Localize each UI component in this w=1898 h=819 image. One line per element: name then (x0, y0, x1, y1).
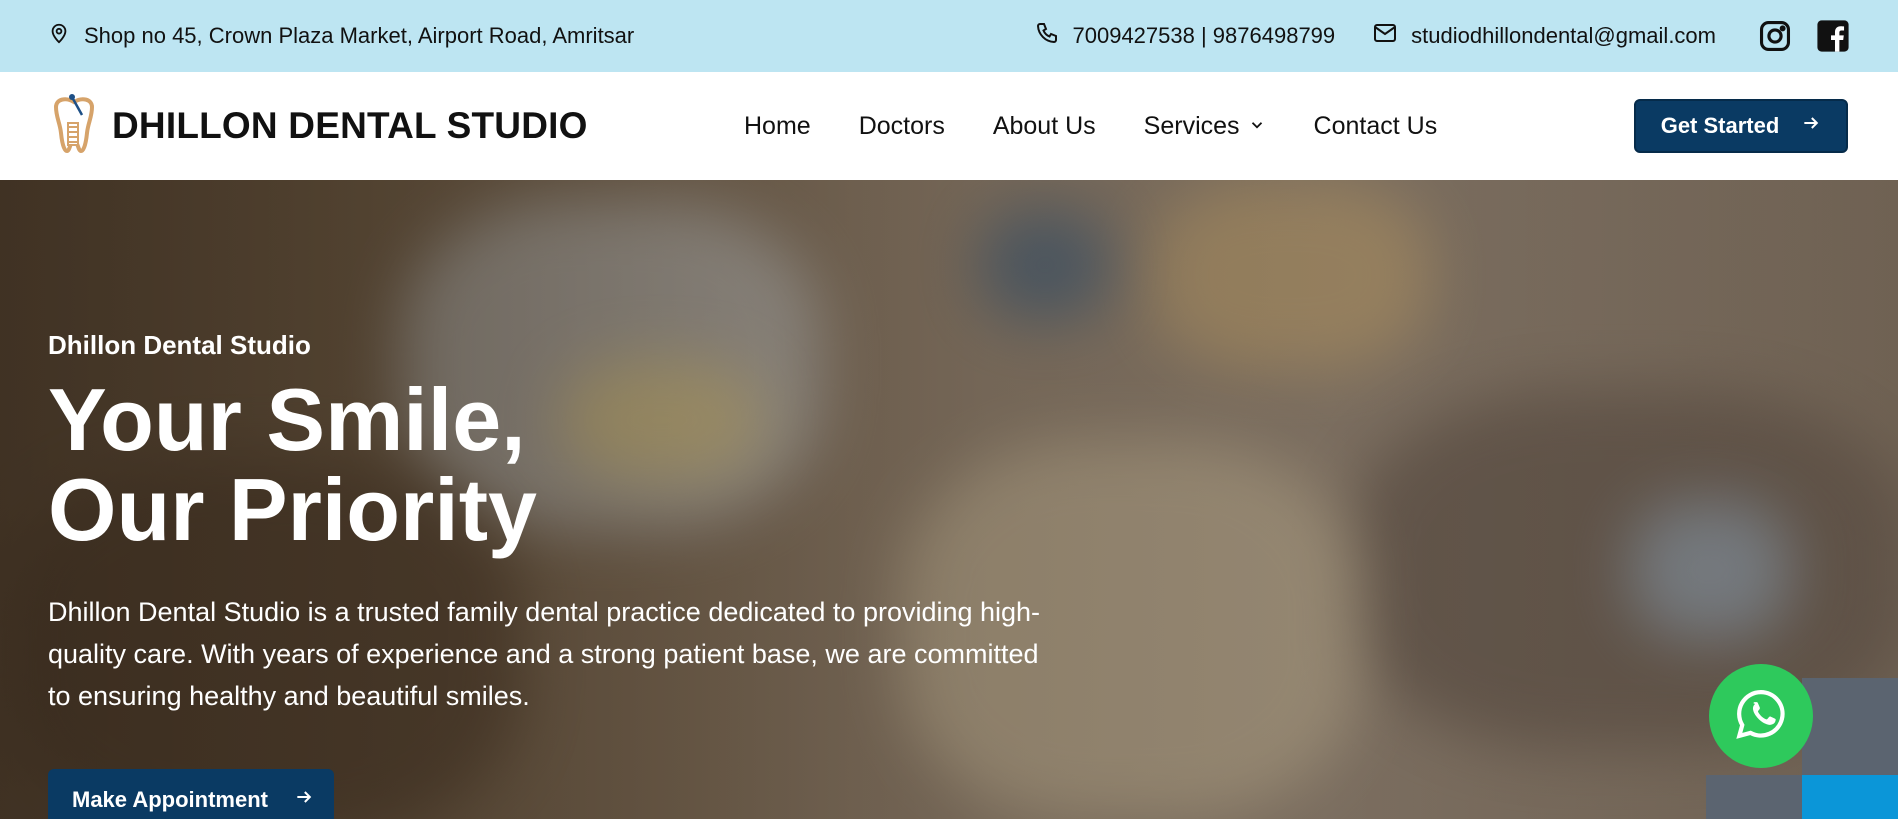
nav-item-about-us[interactable]: About Us (993, 112, 1096, 141)
phone-icon (1035, 21, 1059, 51)
hero-eyebrow: Dhillon Dental Studio (48, 330, 311, 360)
top-info-bar: Shop no 45, Crown Plaza Market, Airport … (0, 0, 1898, 72)
facebook-icon[interactable] (1816, 19, 1850, 53)
email-address[interactable]: studiodhillondental@gmail.com (1411, 23, 1716, 49)
nav-label[interactable]: Services (1144, 112, 1240, 141)
make-appointment-label[interactable]: Make Appointment (72, 787, 268, 813)
nav-item-doctors[interactable]: Doctors (859, 112, 945, 141)
mail-icon (1373, 23, 1397, 49)
brand-logo-link[interactable]: DHILLON DENTAL STUDIO (48, 93, 588, 160)
phone-block[interactable]: 7009427538 | 9876498799 (1035, 21, 1336, 51)
address-block: Shop no 45, Crown Plaza Market, Airport … (48, 21, 634, 51)
brand-name[interactable]: DHILLON DENTAL STUDIO (112, 105, 588, 147)
hero-headline-line1: Your Smile, (48, 370, 526, 469)
whatsapp-icon (1733, 686, 1789, 747)
nav-item-home[interactable]: Home (744, 112, 811, 141)
make-appointment-button[interactable]: Make Appointment (48, 769, 334, 819)
email-block[interactable]: studiodhillondental@gmail.com (1373, 23, 1716, 49)
corner-decoration (1706, 775, 1802, 819)
hero-description: Dhillon Dental Studio is a trusted famil… (48, 597, 1041, 711)
social-links (1758, 19, 1850, 53)
arrow-right-icon (294, 787, 314, 813)
instagram-icon[interactable] (1758, 19, 1792, 53)
phone-numbers[interactable]: 7009427538 | 9876498799 (1073, 23, 1336, 49)
nav-item-contact-us[interactable]: Contact Us (1314, 112, 1438, 141)
nav-label[interactable]: About Us (993, 112, 1096, 141)
main-navbar: DHILLON DENTAL STUDIO Home Doctors About… (0, 72, 1898, 180)
location-pin-icon (48, 21, 70, 51)
hero-content: Dhillon Dental Studio Your Smile, Our Pr… (48, 330, 1058, 717)
whatsapp-chat-button[interactable] (1709, 664, 1813, 768)
nav-label[interactable]: Contact Us (1314, 112, 1438, 141)
nav-label[interactable]: Home (744, 112, 811, 141)
nav-label[interactable]: Doctors (859, 112, 945, 141)
corner-decoration (1802, 775, 1898, 819)
tooth-logo-icon (48, 93, 100, 160)
corner-decoration (1802, 678, 1898, 775)
hero-headline-line2: Our Priority (48, 460, 537, 559)
nav-menu: Home Doctors About Us Services Contact U… (744, 72, 1437, 180)
chevron-down-icon[interactable] (1248, 112, 1266, 141)
hero-section: Dhillon Dental Studio Your Smile, Our Pr… (0, 180, 1898, 819)
hero-headline: Your Smile, Our Priority (48, 375, 1058, 555)
address-text: Shop no 45, Crown Plaza Market, Airport … (84, 23, 635, 48)
get-started-button[interactable]: Get Started (1634, 99, 1848, 153)
nav-item-services[interactable]: Services (1144, 112, 1266, 141)
arrow-right-icon (1801, 113, 1821, 139)
get-started-label[interactable]: Get Started (1661, 113, 1780, 139)
